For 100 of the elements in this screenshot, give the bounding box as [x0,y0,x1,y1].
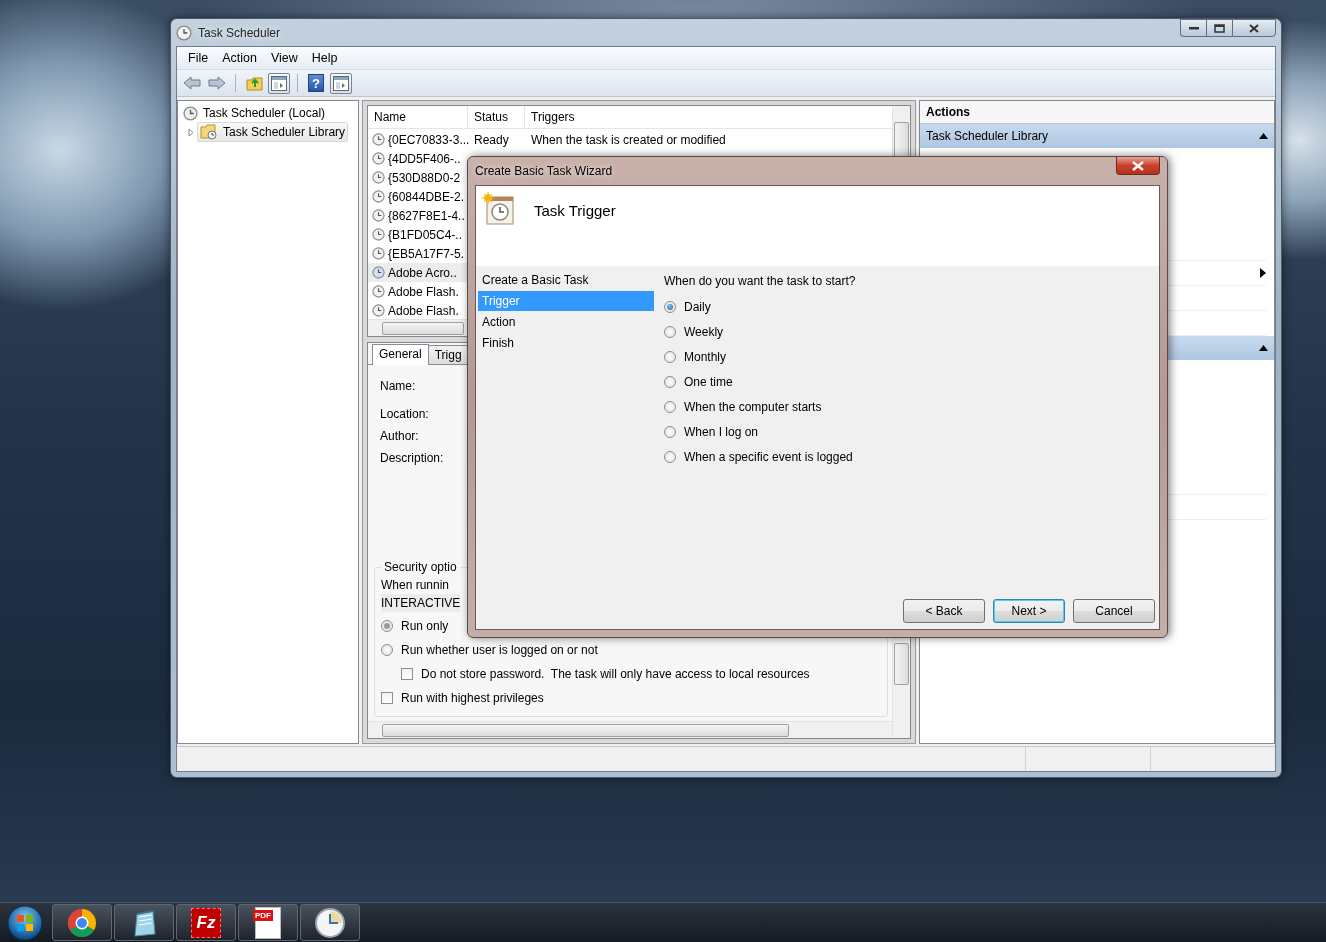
task-name-cell[interactable]: {530D88D0-2 [368,168,468,187]
pdf-label: PDF [253,909,273,921]
field-label: Author: [380,428,419,445]
pane-title: Actions [920,101,1274,124]
option-label: When a specific event is logged [684,449,853,464]
menu-item[interactable]: View [263,49,305,67]
radio-button[interactable] [664,425,676,438]
task-clock-icon [372,209,385,222]
task-name-cell[interactable]: {8627F8E1-4.. [368,206,468,225]
taskbar-button[interactable] [114,904,174,941]
column-header[interactable]: Triggers [525,106,892,128]
field-label: Description: [380,450,444,467]
dialog-button[interactable]: Next > [993,599,1065,623]
radio-button[interactable] [381,620,393,632]
ftp-logo: Fz [191,907,221,938]
taskbar-button[interactable]: Fz [176,904,236,941]
pane-toggle-button[interactable] [268,72,290,94]
clock-icon [183,105,198,121]
tab[interactable]: Trigg [427,345,469,364]
pane-toggle-button[interactable] [330,72,352,94]
option-label: Run only [401,619,449,633]
option-label: Monthly [684,349,727,364]
option-label: One time [684,374,733,389]
radio-button[interactable] [664,375,676,388]
tricolor-circle-icon [67,907,97,938]
minimize-icon [1188,26,1199,30]
option-label: When I log on [684,424,759,439]
radio-button[interactable] [664,450,676,463]
close-button[interactable] [1232,19,1276,37]
close-icon [1249,23,1259,33]
menu-item[interactable]: Help [304,49,345,67]
task-clock-icon [372,247,385,260]
checkbox[interactable] [401,668,413,680]
task-clock-icon [372,304,385,317]
task-name-cell[interactable]: Adobe Flash. [368,301,468,319]
task-clock-icon [372,190,385,203]
close-button[interactable] [1116,157,1160,175]
taskbar-button[interactable] [300,904,360,941]
task-name-cell[interactable]: {4DD5F406-.. [368,149,468,168]
status-cell-text: Ready [473,131,510,149]
task-name-cell[interactable]: {B1FD05C4-.. [368,225,468,244]
dialog-button[interactable]: < Back [903,599,985,623]
app-clock-icon [176,24,192,41]
column-header[interactable]: Name [368,106,468,128]
step-heading: Task Trigger [534,202,616,219]
task-name-cell[interactable]: {60844DBE-2. [368,187,468,206]
dialog-button[interactable]: Cancel [1073,599,1155,623]
radio-button[interactable] [664,400,676,413]
option-label: Do not store password. The task will only have access to local resources [421,667,810,681]
tab[interactable]: General [372,344,429,365]
tree-item[interactable]: Task Scheduler (Local) [181,104,328,122]
task-name-cell[interactable]: {EB5A17F7-5. [368,244,468,263]
option-label: Run with highest privileges [401,691,544,705]
task-clock-icon [372,228,385,241]
window-title: Task Scheduler [198,25,281,40]
task-name-cell[interactable]: Adobe Acro.. [368,263,468,282]
user-account-label: When runnin [381,578,451,592]
dialog-title: Create Basic Task Wizard [475,164,613,178]
menu-item[interactable]: Action [215,49,264,67]
task-name-cell[interactable]: Adobe Flash. [368,282,468,301]
folder-clock-icon [200,124,218,140]
option-label: Run whether user is logged on or not [401,643,598,657]
clock-icon [314,906,346,939]
task-clock-icon [372,152,385,165]
menu-item[interactable]: File [181,49,216,67]
wizard-step[interactable]: Finish [478,333,654,353]
minimize-button[interactable] [1180,19,1206,37]
calendar-clock-icon [482,192,516,226]
collapse-arrow-icon[interactable] [1259,345,1268,351]
collapse-arrow-icon[interactable] [1259,133,1268,139]
expand-arrow-icon[interactable] [187,127,195,137]
horizontal-scrollbar[interactable] [368,721,892,738]
task-name-cell[interactable]: {0EC70833-3... [368,130,468,149]
question-text: When do you want the task to start? [664,273,857,290]
wizard-step[interactable]: Action [478,312,654,332]
option-label: When the computer starts [684,399,822,414]
close-icon [1132,160,1144,171]
maximize-button[interactable] [1206,19,1232,37]
radio-button[interactable] [664,300,676,313]
taskbar-button[interactable]: PDF [238,904,298,941]
radio-button[interactable] [664,350,676,363]
option-label: Daily [684,299,711,314]
maximize-icon [1214,23,1225,33]
option-label: Weekly [684,324,724,339]
radio-button[interactable] [381,644,393,656]
field-label: Name: [380,378,416,395]
radio-button[interactable] [664,325,676,338]
task-clock-icon [372,266,385,279]
submenu-arrow-icon[interactable] [1260,268,1266,278]
help-button[interactable]: ? [305,72,327,94]
tree-item[interactable]: Task Scheduler Library [197,122,349,142]
wizard-step[interactable]: Create a Basic Task [478,270,654,290]
task-clock-icon [372,171,385,184]
task-clock-icon [372,133,385,146]
checkbox[interactable] [381,692,393,704]
section-header[interactable]: Task Scheduler Library [920,124,1274,148]
triggers-cell-text: When the task is created or modified [530,131,727,149]
taskbar-button[interactable] [52,904,112,941]
field-label: Location: [380,406,429,423]
column-header[interactable]: Status [468,106,525,128]
